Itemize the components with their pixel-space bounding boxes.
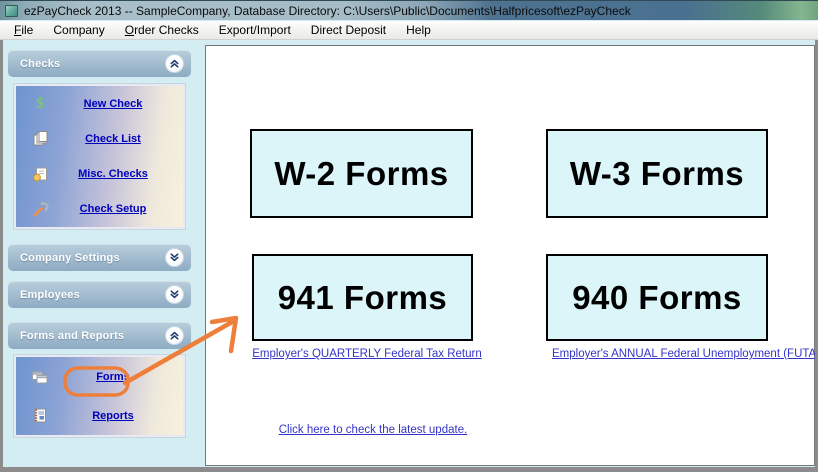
window-title: ezPayCheck 2013 -- SampleCompany, Databa… [24,3,631,18]
menu-item-direct-deposit[interactable]: Direct Deposit [301,21,396,40]
chevron-down-icon [170,253,179,262]
sidebar-item-misc-checks[interactable]: Misc. Checks [16,157,183,192]
collapse-checks-button[interactable] [165,54,184,73]
expand-company-settings-button[interactable] [165,248,184,267]
menu-label: ile [21,22,34,37]
section-header-checks[interactable]: Checks [8,50,191,77]
sidebar-item-check-setup[interactable]: Check Setup [16,192,183,227]
menu-item-order-checks[interactable]: Order Checks [115,21,209,40]
sidebar-item-check-list[interactable]: Check List [16,121,183,156]
chevron-up-icon [170,331,179,340]
section-header-forms-reports[interactable]: Forms and Reports [8,322,191,349]
reports-icon [29,407,51,424]
chevron-down-icon [170,290,179,299]
menu-label: Help [406,22,431,37]
forms-icon [29,369,51,385]
collapse-forms-reports-button[interactable] [165,326,184,345]
app-icon [5,4,18,17]
940-description-link[interactable]: Employer's ANNUAL Federal Unemployment (… [552,348,818,360]
dollar-icon: $ [36,94,44,112]
menu-item-file[interactable]: File [4,21,43,40]
sidebar-item-forms[interactable]: Forms [16,357,183,396]
sidebar: Checks $ New Check Check List Misc. Chec… [3,40,205,467]
w3-forms-button[interactable]: W-3 Forms [546,129,768,218]
section-title: Employees [20,288,80,301]
window-border-left [0,40,3,472]
main-area: W-2 Forms W-3 Forms 941 Forms 940 Forms … [205,45,818,466]
check-update-link[interactable]: Click here to check the latest update. [243,424,503,436]
section-header-company-settings[interactable]: Company Settings [8,244,191,271]
chevron-up-icon [170,59,179,68]
menu-item-company[interactable]: Company [43,21,114,40]
misc-checks-link[interactable]: Misc. Checks [51,168,175,180]
check-list-link[interactable]: Check List [51,133,175,145]
section-title: Checks [20,57,61,70]
section-title: Company Settings [20,251,120,264]
forms-reports-panel: Forms Reports [14,355,185,437]
misc-checks-icon [29,166,51,183]
menu-label: Export/Import [218,22,291,37]
wrench-icon [29,201,51,218]
reports-link[interactable]: Reports [51,410,175,422]
940-forms-button[interactable]: 940 Forms [546,254,768,341]
w2-forms-button[interactable]: W-2 Forms [250,129,473,218]
menu-accel: O [124,22,135,37]
sidebar-item-reports[interactable]: Reports [16,396,183,435]
section-header-employees[interactable]: Employees [8,281,191,308]
menu-label: Direct Deposit [310,22,387,37]
menu-label: rder Checks [134,22,199,37]
copy-icon [29,130,51,147]
window-border-bottom [0,467,818,472]
check-setup-link[interactable]: Check Setup [51,203,175,215]
section-title: Forms and Reports [20,329,125,342]
941-forms-button[interactable]: 941 Forms [252,254,473,341]
title-bar: ezPayCheck 2013 -- SampleCompany, Databa… [0,0,818,20]
checks-panel: $ New Check Check List Misc. Checks Chec… [14,84,185,229]
forms-link[interactable]: Forms [51,371,175,383]
new-check-link[interactable]: New Check [51,98,175,110]
app-window: ezPayCheck 2013 -- SampleCompany, Databa… [0,0,818,472]
menu-bar: File Company Order Checks Export/Import … [0,21,818,40]
menu-label: Company [53,22,105,37]
941-description-link[interactable]: Employer's QUARTERLY Federal Tax Return [237,348,497,360]
menu-item-help[interactable]: Help [396,21,441,40]
menu-item-export-import[interactable]: Export/Import [209,21,301,40]
sidebar-item-new-check[interactable]: $ New Check [16,86,183,121]
expand-employees-button[interactable] [165,285,184,304]
